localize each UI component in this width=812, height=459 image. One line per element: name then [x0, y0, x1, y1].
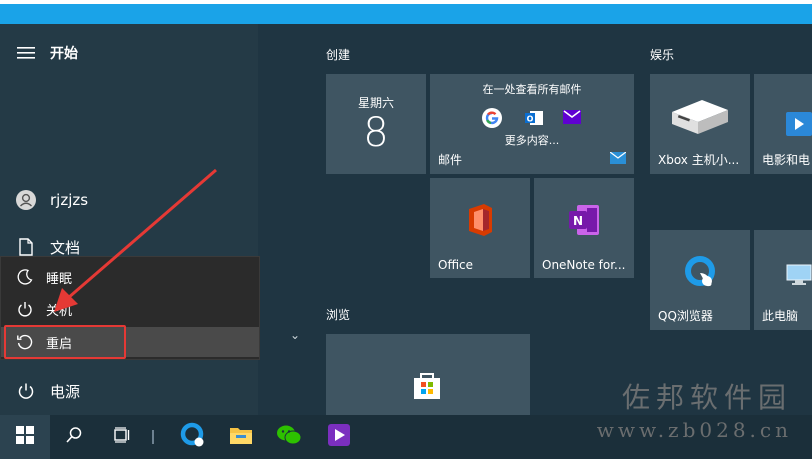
taskbar-divider	[152, 430, 154, 444]
video-player-icon	[327, 423, 351, 451]
folder-icon	[229, 425, 253, 449]
taskbar-video-player[interactable]	[320, 415, 358, 459]
windows-logo-icon	[16, 426, 34, 448]
search-button[interactable]	[56, 415, 92, 459]
wechat-icon	[276, 424, 302, 450]
watermark-line2: www.zb028.cn	[596, 418, 792, 442]
task-view-icon	[112, 427, 132, 447]
start-button[interactable]	[0, 415, 50, 459]
search-icon	[65, 426, 83, 448]
taskbar-wechat[interactable]	[270, 415, 308, 459]
qqbrowser-icon	[180, 422, 206, 452]
watermark: 佐邦软件园 www.zb028.cn	[597, 376, 792, 442]
taskbar-file-explorer[interactable]	[222, 415, 260, 459]
watermark-line1: 佐邦软件园	[621, 381, 792, 414]
taskbar-qqbrowser[interactable]	[174, 415, 212, 459]
task-view-button[interactable]	[104, 415, 140, 459]
